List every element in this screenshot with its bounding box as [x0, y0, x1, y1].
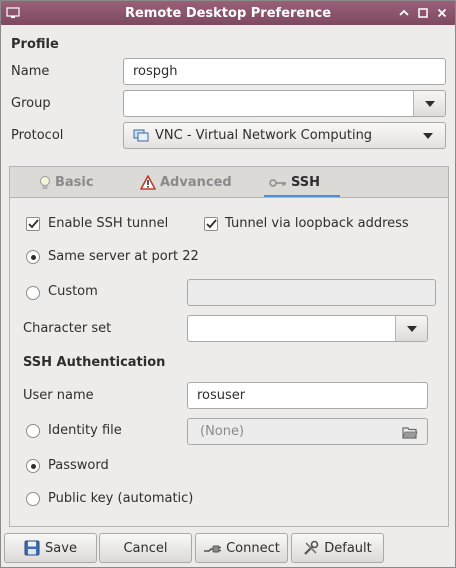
- checkmark-icon: [27, 219, 39, 229]
- character-set-label: Character set: [23, 321, 112, 336]
- chevron-down-icon: [423, 132, 433, 139]
- public-key-label[interactable]: Public key (automatic): [48, 491, 193, 506]
- group-combobox[interactable]: [123, 90, 446, 117]
- default-button-label: Default: [324, 540, 372, 556]
- identity-file-radio[interactable]: [26, 424, 40, 438]
- profile-section-label: Profile: [11, 37, 59, 52]
- radio-selected-dot: [30, 254, 36, 260]
- chevron-down-icon: [406, 325, 417, 332]
- custom-server-label[interactable]: Custom: [48, 284, 98, 299]
- tab-advanced[interactable]: Advanced: [140, 167, 232, 198]
- password-radio[interactable]: [26, 459, 40, 473]
- group-dropdown-button[interactable]: [413, 91, 445, 116]
- user-name-field[interactable]: rosuser: [187, 382, 428, 409]
- protocol-value: VNC - Virtual Network Computing: [155, 128, 373, 143]
- custom-server-radio[interactable]: [26, 286, 40, 300]
- name-field[interactable]: rospgh: [123, 58, 446, 85]
- tools-icon: [303, 540, 319, 556]
- tab-strip: Basic Advanced SSH: [9, 166, 449, 198]
- chevron-down-icon: [424, 100, 435, 107]
- user-name-value: rosuser: [197, 388, 246, 403]
- name-label: Name: [11, 64, 50, 79]
- lightbulb-icon: [39, 175, 51, 191]
- vnc-icon: [133, 129, 149, 143]
- tab-basic-label: Basic: [55, 175, 94, 190]
- key-icon: [269, 178, 287, 188]
- same-server-radio[interactable]: [26, 250, 40, 264]
- tunnel-loopback-label[interactable]: Tunnel via loopback address: [225, 216, 409, 231]
- enable-ssh-tunnel-checkbox[interactable]: [26, 217, 40, 231]
- identity-file-value: (None): [200, 424, 245, 439]
- save-button-label: Save: [45, 540, 77, 556]
- identity-file-label[interactable]: Identity file: [48, 423, 122, 438]
- custom-server-field[interactable]: [187, 279, 436, 306]
- window-title: Remote Desktop Preference: [124, 5, 332, 21]
- cancel-button-label: Cancel: [123, 540, 168, 556]
- restore-icon[interactable]: [415, 5, 430, 20]
- cancel-button[interactable]: Cancel: [99, 533, 192, 563]
- folder-open-icon: [402, 425, 418, 439]
- protocol-combobox[interactable]: VNC - Virtual Network Computing: [123, 122, 446, 149]
- enable-ssh-tunnel-label[interactable]: Enable SSH tunnel: [48, 216, 168, 231]
- title-bar: Remote Desktop Preference: [1, 1, 455, 25]
- protocol-label: Protocol: [11, 128, 64, 143]
- same-server-label[interactable]: Same server at port 22: [48, 249, 199, 264]
- warning-icon: [140, 175, 156, 190]
- password-label[interactable]: Password: [48, 458, 109, 473]
- save-icon: [24, 540, 40, 556]
- tunnel-loopback-checkbox[interactable]: [204, 217, 218, 231]
- default-button[interactable]: Default: [291, 533, 384, 563]
- connect-button[interactable]: Connect: [195, 533, 288, 563]
- maximize-arrow-icon[interactable]: [396, 5, 411, 20]
- identity-file-chooser[interactable]: (None): [187, 418, 428, 445]
- tab-ssh[interactable]: SSH: [269, 167, 320, 198]
- name-field-value: rospgh: [133, 64, 178, 79]
- group-label: Group: [11, 96, 51, 111]
- user-name-label: User name: [23, 388, 94, 403]
- character-set-dropdown-button[interactable]: [395, 316, 427, 341]
- checkmark-icon: [205, 219, 217, 229]
- tab-advanced-label: Advanced: [160, 175, 232, 190]
- tab-ssh-label: SSH: [291, 175, 321, 190]
- public-key-radio[interactable]: [26, 492, 40, 506]
- connect-button-label: Connect: [226, 540, 280, 556]
- app-icon[interactable]: [6, 6, 20, 20]
- save-button[interactable]: Save: [4, 533, 97, 563]
- connect-icon: [203, 541, 222, 555]
- close-icon[interactable]: [434, 5, 449, 20]
- ssh-authentication-label: SSH Authentication: [23, 355, 166, 370]
- radio-selected-dot: [30, 463, 36, 469]
- ssh-tab-panel: Enable SSH tunnel Tunnel via loopback ad…: [9, 197, 449, 527]
- remote-desktop-preference-window: Remote Desktop Preference Profile Name r…: [0, 0, 456, 568]
- character-set-combobox[interactable]: [187, 315, 428, 342]
- tab-basic[interactable]: Basic: [39, 167, 94, 198]
